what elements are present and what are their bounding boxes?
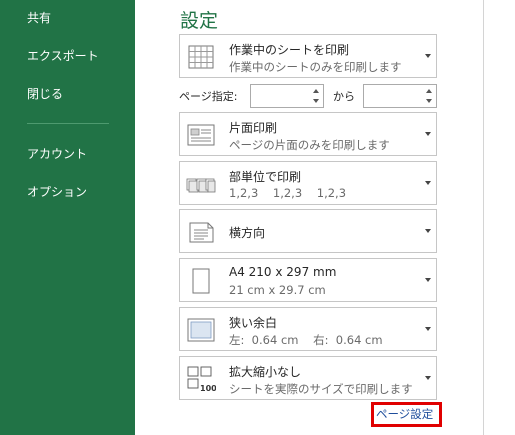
chevron-down-icon — [425, 132, 431, 136]
chevron-down-icon — [425, 327, 431, 331]
scaling-title: 拡大縮小なし — [229, 365, 302, 379]
sidebar-item-close[interactable]: 閉じる — [27, 86, 63, 102]
spin-up-icon[interactable] — [313, 89, 319, 93]
paper-size-dropdown[interactable]: A4 210 x 297 mm 21 cm x 29.7 cm — [179, 258, 437, 302]
paper-size-subtitle: 21 cm x 29.7 cm — [229, 283, 326, 297]
page-setup-link[interactable]: ページ設定 — [376, 406, 433, 422]
sidebar-item-share[interactable]: 共有 — [27, 10, 51, 26]
chevron-down-icon — [425, 376, 431, 380]
sidebar-divider — [27, 123, 109, 124]
pages-label: ページ指定: — [179, 90, 238, 103]
spin-down-icon[interactable] — [313, 99, 319, 103]
print-sides-title: 片面印刷 — [229, 121, 278, 135]
margins-title: 狭い余白 — [229, 316, 278, 330]
one-sided-icon — [187, 124, 215, 146]
scaling-subtitle: シートを実際のサイズで印刷します — [229, 382, 413, 396]
spin-down-icon[interactable] — [426, 99, 432, 103]
pages-to-label: から — [333, 90, 355, 103]
margins-dropdown[interactable]: 狭い余白 左: 0.64 cm 右: 0.64 cm — [179, 307, 437, 351]
spin-up-icon[interactable] — [426, 89, 432, 93]
backstage-sidebar: 共有 エクスポート 閉じる アカウント オプション — [0, 0, 135, 435]
sheet-grid-icon — [188, 45, 214, 69]
page-from-input[interactable] — [250, 84, 324, 108]
print-sides-subtitle: ページの片面のみを印刷します — [229, 138, 390, 152]
chevron-down-icon — [425, 181, 431, 185]
paper-size-icon — [192, 268, 210, 294]
landscape-icon — [189, 222, 214, 243]
scaling-icon: 100 — [187, 366, 216, 393]
collate-subtitle: 1,2,3 1,2,3 1,2,3 — [229, 186, 347, 200]
preview-divider — [483, 0, 484, 435]
print-what-dropdown[interactable]: 作業中のシートを印刷 作業中のシートのみを印刷します — [179, 34, 437, 78]
scaling-dropdown[interactable]: 100 拡大縮小なし シートを実際のサイズで印刷します — [179, 356, 437, 400]
chevron-down-icon — [425, 229, 431, 233]
print-what-subtitle: 作業中のシートのみを印刷します — [229, 60, 402, 74]
scaling-icon-text: 100 — [200, 384, 216, 393]
collate-title: 部単位で印刷 — [229, 170, 302, 184]
print-sides-dropdown[interactable]: 片面印刷 ページの片面のみを印刷します — [179, 112, 437, 156]
paper-size-title: A4 210 x 297 mm — [229, 265, 337, 279]
chevron-down-icon — [425, 54, 431, 58]
orientation-title: 横方向 — [229, 226, 266, 240]
margins-subtitle: 左: 0.64 cm 右: 0.64 cm — [229, 333, 383, 347]
page-to-input[interactable] — [363, 84, 437, 108]
settings-title: 設定 — [180, 10, 219, 32]
sidebar-item-account[interactable]: アカウント — [27, 146, 87, 162]
print-what-title: 作業中のシートを印刷 — [229, 43, 350, 57]
margins-icon — [187, 318, 215, 342]
collated-icon — [186, 178, 216, 193]
orientation-dropdown[interactable]: 横方向 — [179, 209, 437, 253]
sidebar-item-export[interactable]: エクスポート — [27, 48, 99, 64]
collate-dropdown[interactable]: 部単位で印刷 1,2,3 1,2,3 1,2,3 — [179, 161, 437, 205]
sidebar-item-options[interactable]: オプション — [27, 184, 87, 200]
chevron-down-icon — [425, 278, 431, 282]
